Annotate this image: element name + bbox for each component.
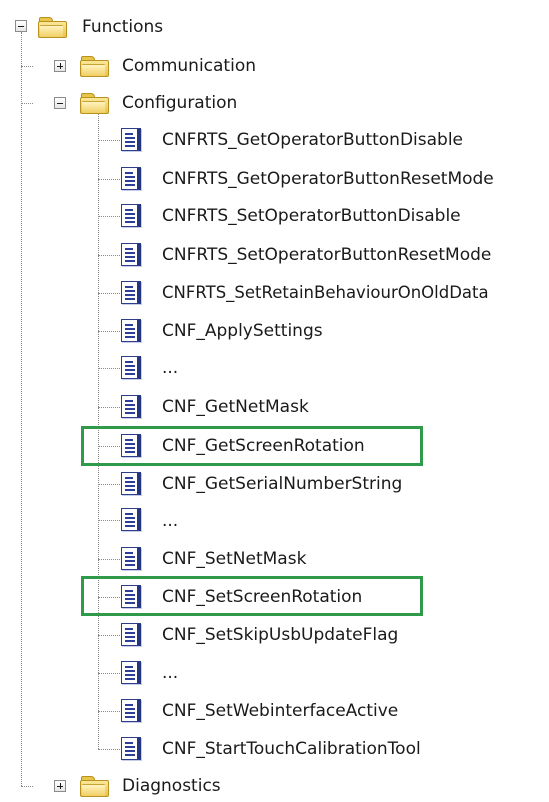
tree-item-label[interactable]: CNF_SetWebinterfaceActive <box>162 700 398 722</box>
tree-item-label[interactable]: CNF_ApplySettings <box>162 320 323 342</box>
tree-connector <box>98 597 120 598</box>
tree-connector <box>98 114 99 749</box>
tree-connector <box>98 520 120 521</box>
tree-item-label[interactable]: CNFRTS_SetRetainBehaviourOnOldData <box>162 282 489 304</box>
tree-connector <box>98 407 120 408</box>
tree-connector <box>21 103 33 104</box>
tree-connector <box>98 673 120 674</box>
tree-item-label[interactable]: CNF_SetNetMask <box>162 548 306 570</box>
tree-connector <box>98 179 120 180</box>
collapse-toggle-icon[interactable] <box>15 20 27 32</box>
tree-connector <box>21 66 33 67</box>
tree-item-label[interactable]: CNF_SetSkipUsbUpdateFlag <box>162 624 398 646</box>
document-icon <box>121 204 141 227</box>
tree-connector <box>98 368 120 369</box>
document-icon <box>121 167 141 190</box>
tree-item-label[interactable]: ... <box>162 357 178 379</box>
folder-icon <box>37 16 67 38</box>
document-icon <box>121 395 141 418</box>
tree-connector <box>98 749 120 750</box>
expand-toggle-icon[interactable] <box>54 780 66 792</box>
tree-item-label[interactable]: CNF_GetScreenRotation <box>162 435 365 457</box>
expand-toggle-icon[interactable] <box>54 60 66 72</box>
tree-item-label[interactable]: CNFRTS_SetOperatorButtonResetMode <box>162 244 491 266</box>
node-label-functions[interactable]: Functions <box>82 16 163 38</box>
document-icon <box>121 472 141 495</box>
document-icon <box>121 281 141 304</box>
tree-item-label[interactable]: CNFRTS_GetOperatorButtonDisable <box>162 129 463 151</box>
tree-connector <box>98 255 120 256</box>
tree-item-label[interactable]: CNF_GetSerialNumberString <box>162 473 402 495</box>
tree-connector <box>98 216 120 217</box>
tree-connector <box>98 446 120 447</box>
tree-connector <box>21 32 22 786</box>
folder-icon <box>79 92 109 114</box>
document-icon <box>121 547 141 570</box>
tree-connector <box>98 484 120 485</box>
collapse-toggle-icon[interactable] <box>54 97 66 109</box>
tree-connector <box>98 331 120 332</box>
tree-connector <box>98 559 120 560</box>
tree-connector <box>98 293 120 294</box>
tree-item-label[interactable]: CNF_GetNetMask <box>162 396 309 418</box>
node-label-communication[interactable]: Communication <box>122 55 256 77</box>
tree-item-label[interactable]: ... <box>162 662 178 684</box>
node-label-diagnostics[interactable]: Diagnostics <box>122 775 221 797</box>
tree-connector <box>98 711 120 712</box>
document-icon <box>121 699 141 722</box>
tree-item-label[interactable]: CNF_StartTouchCalibrationTool <box>162 738 421 760</box>
tree-item-label[interactable]: CNFRTS_GetOperatorButtonResetMode <box>162 168 494 190</box>
document-icon <box>121 128 141 151</box>
document-icon <box>121 661 141 684</box>
document-icon <box>121 737 141 760</box>
document-icon <box>121 243 141 266</box>
document-icon <box>121 623 141 646</box>
document-icon <box>121 508 141 531</box>
folder-icon <box>79 775 109 797</box>
tree-connector <box>98 140 120 141</box>
document-icon <box>121 434 141 457</box>
document-icon <box>121 356 141 379</box>
node-label-configuration[interactable]: Configuration <box>122 92 237 114</box>
folder-icon <box>79 55 109 77</box>
tree-item-label[interactable]: ... <box>162 510 178 532</box>
document-icon <box>121 319 141 342</box>
tree-connector <box>21 786 33 787</box>
tree-item-label[interactable]: CNFRTS_SetOperatorButtonDisable <box>162 205 461 227</box>
tree-connector <box>98 635 120 636</box>
document-icon <box>121 585 141 608</box>
function-tree: Functions Communication Configuration CN… <box>0 0 549 802</box>
tree-item-label[interactable]: CNF_SetScreenRotation <box>162 586 362 608</box>
